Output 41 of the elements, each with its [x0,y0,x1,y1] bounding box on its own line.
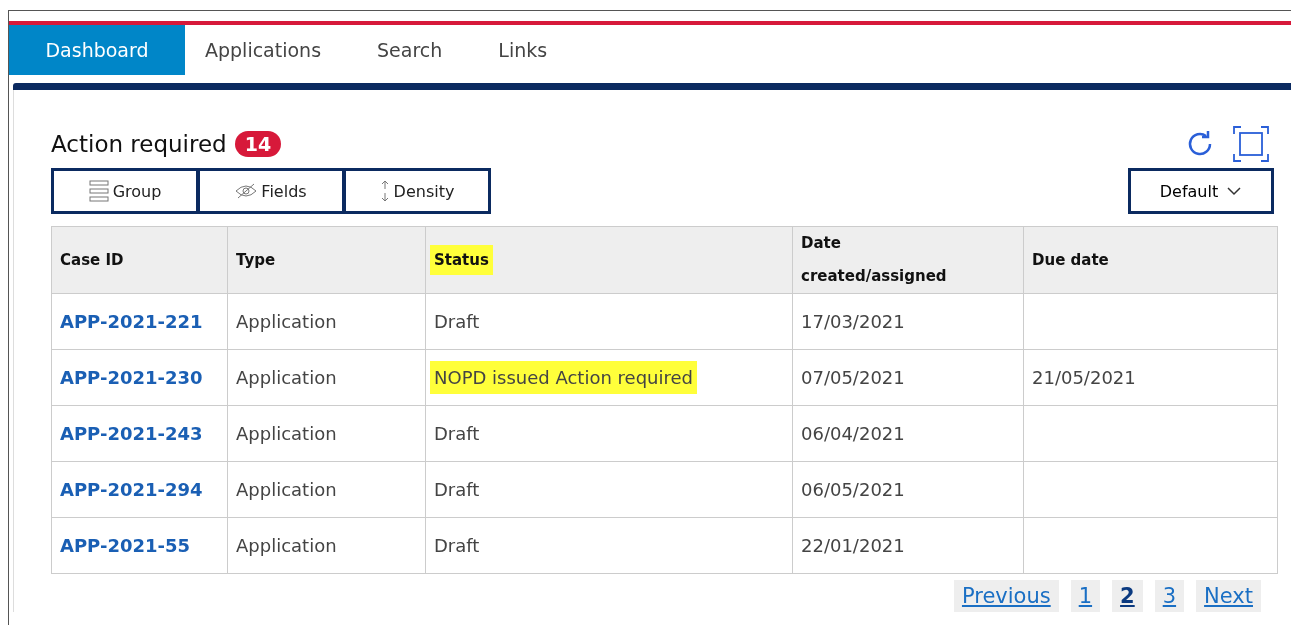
panel-title: Action required [51,131,227,157]
table-cell: NOPD issued Action required [430,361,697,394]
column-header: Date created/assigned [801,233,948,287]
table-cell: 22/01/2021 [801,535,905,556]
table-cell: Application [236,367,337,388]
nav-tab[interactable]: Search [349,25,471,75]
table-cell: Application [236,479,337,500]
count-badge: 14 [234,131,282,157]
table-cell: Draft [434,311,480,332]
page-link[interactable]: 2 [1112,580,1143,612]
table-cell: 07/05/2021 [801,367,905,388]
previous-link[interactable]: Previous [953,580,1059,612]
chevron-down-icon [1226,186,1243,196]
vertical-arrows-icon [379,180,390,202]
next-link[interactable]: Next [1196,580,1261,612]
toolbar-button[interactable]: Fields [200,171,342,211]
table-cell: Draft [434,479,480,500]
toolbar-button[interactable]: Density [346,171,488,211]
table-cell: 21/05/2021 [1032,367,1136,388]
table-cell: Application [236,423,337,444]
nav-tab[interactable]: Applications [185,25,350,75]
table-cell: Application [236,311,337,332]
hidden-eye-icon [235,183,258,199]
table-cell: 06/04/2021 [801,423,905,444]
column-header: Case ID [60,250,124,269]
view-dropdown[interactable]: Default [1128,168,1274,214]
fullscreen-icon[interactable] [1233,126,1269,162]
column-header: Type [236,250,276,269]
table-cell: 17/03/2021 [801,311,905,332]
table-cell: Draft [434,423,480,444]
page-link[interactable]: 1 [1070,580,1101,612]
page-link[interactable]: 3 [1154,580,1185,612]
nav-tab[interactable]: Dashboard [9,25,185,75]
column-header: Status [430,244,493,275]
toolbar-button[interactable]: Group [54,171,196,211]
table-cell: Application [236,535,337,556]
table-cell: Draft [434,535,480,556]
column-header: Due date [1032,250,1109,269]
list-icon [88,180,109,202]
table-cell: 06/05/2021 [801,479,905,500]
nav-tab[interactable]: Links [470,25,576,75]
